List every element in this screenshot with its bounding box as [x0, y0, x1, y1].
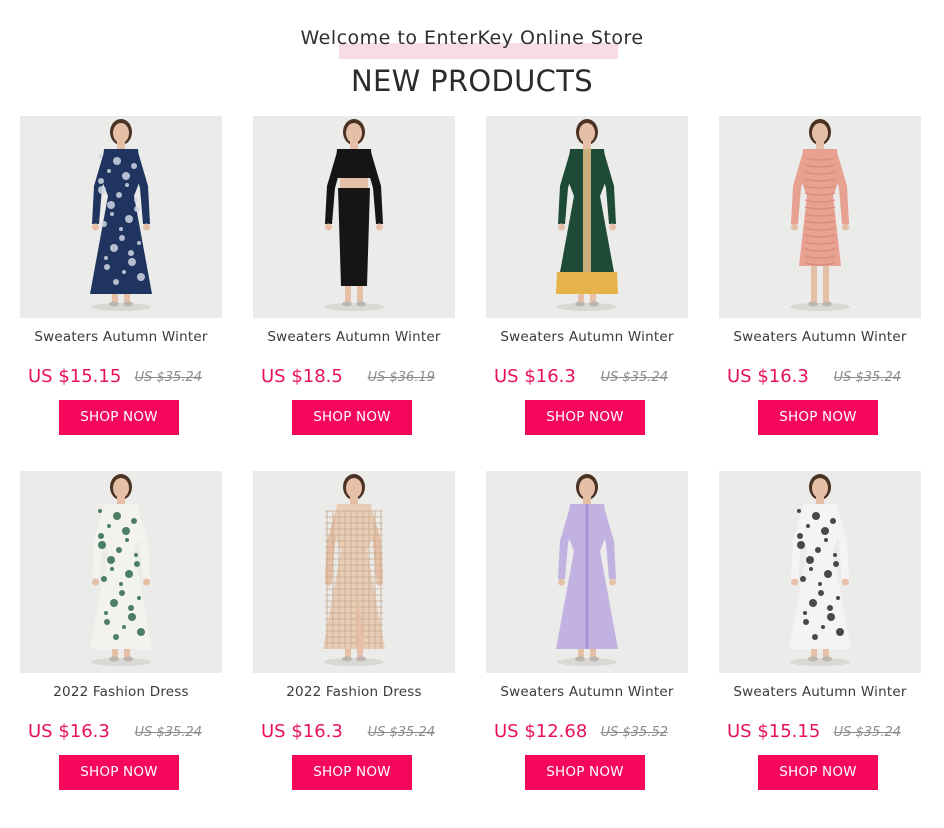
product-image[interactable]	[253, 116, 455, 318]
shop-now-button[interactable]: SHOP NOW	[292, 755, 412, 790]
product-image[interactable]	[253, 471, 455, 673]
product-card[interactable]: Sweaters Autumn Winter US $16.3 US $35.24 S…	[719, 116, 921, 441]
model-figure	[556, 119, 618, 311]
model-figure	[323, 474, 385, 666]
product-name[interactable]: 2022 Fashion Dress	[20, 684, 222, 700]
welcome-text: Welcome to EnterKey Online Store	[300, 27, 644, 49]
product-price: US $16.3	[494, 366, 576, 387]
model-figure	[90, 474, 152, 666]
product-photo-illustration	[90, 474, 152, 666]
product-photo-illustration	[790, 119, 850, 311]
product-name[interactable]: Sweaters Autumn Winter	[486, 329, 688, 345]
product-price: US $18.5	[261, 366, 343, 387]
product-card[interactable]: 2022 Fashion Dress US $16.3 US $35.24 SHOP …	[20, 471, 222, 796]
model-figure	[790, 119, 850, 311]
shop-now-button[interactable]: SHOP NOW	[525, 400, 645, 435]
shop-now-button[interactable]: SHOP NOW	[59, 400, 179, 435]
product-original-price: US $35.24	[134, 725, 202, 740]
shop-now-button[interactable]: SHOP NOW	[292, 400, 412, 435]
product-price: US $16.3	[727, 366, 809, 387]
product-photo-illustration	[556, 474, 618, 666]
shop-now-button[interactable]: SHOP NOW	[59, 755, 179, 790]
product-name[interactable]: Sweaters Autumn Winter	[20, 329, 222, 345]
product-photo-illustration	[789, 474, 851, 666]
product-name[interactable]: Sweaters Autumn Winter	[253, 329, 455, 345]
product-original-price: US $35.24	[833, 725, 901, 740]
product-card[interactable]: Sweaters Autumn Winter US $15.15 US $35.24…	[20, 116, 222, 441]
shop-now-button[interactable]: SHOP NOW	[758, 400, 878, 435]
product-photo-illustration	[323, 474, 385, 666]
product-image[interactable]	[486, 116, 688, 318]
product-name[interactable]: Sweaters Autumn Winter	[719, 329, 921, 345]
product-image[interactable]	[20, 471, 222, 673]
product-image[interactable]	[719, 471, 921, 673]
product-original-price: US $35.24	[833, 370, 901, 385]
product-price: US $15.15	[28, 366, 122, 387]
page-header: Welcome to EnterKey Online Store NEW PRO…	[0, 0, 944, 110]
section-title: NEW PRODUCTS	[351, 64, 593, 98]
product-card[interactable]: Sweaters Autumn Winter US $15.15 US $35.24…	[719, 471, 921, 796]
product-photo-illustration	[324, 119, 384, 311]
product-card[interactable]: Sweaters Autumn Winter US $12.68 US $35.52…	[486, 471, 688, 796]
product-price: US $16.3	[28, 721, 110, 742]
product-photo-illustration	[556, 119, 618, 311]
product-card[interactable]: Sweaters Autumn Winter US $16.3 US $35.24 S…	[486, 116, 688, 441]
product-original-price: US $36.19	[367, 370, 435, 385]
product-original-price: US $35.24	[134, 370, 202, 385]
product-original-price: US $35.24	[600, 370, 668, 385]
product-image[interactable]	[486, 471, 688, 673]
product-original-price: US $35.24	[367, 725, 435, 740]
product-image[interactable]	[20, 116, 222, 318]
product-original-price: US $35.52	[600, 725, 668, 740]
model-figure	[556, 474, 618, 666]
shop-now-button[interactable]: SHOP NOW	[525, 755, 645, 790]
model-figure	[324, 119, 384, 311]
product-price: US $12.68	[494, 721, 588, 742]
model-figure	[90, 119, 152, 311]
model-figure	[789, 474, 851, 666]
product-price: US $15.15	[727, 721, 821, 742]
product-price: US $16.3	[261, 721, 343, 742]
product-photo-illustration	[90, 119, 152, 311]
shop-now-button[interactable]: SHOP NOW	[758, 755, 878, 790]
product-image[interactable]	[719, 116, 921, 318]
product-card[interactable]: 2022 Fashion Dress US $16.3 US $35.24 SHOP …	[253, 471, 455, 796]
product-card[interactable]: Sweaters Autumn Winter US $18.5 US $36.19 S…	[253, 116, 455, 441]
product-name[interactable]: Sweaters Autumn Winter	[719, 684, 921, 700]
product-name[interactable]: Sweaters Autumn Winter	[486, 684, 688, 700]
product-name[interactable]: 2022 Fashion Dress	[253, 684, 455, 700]
